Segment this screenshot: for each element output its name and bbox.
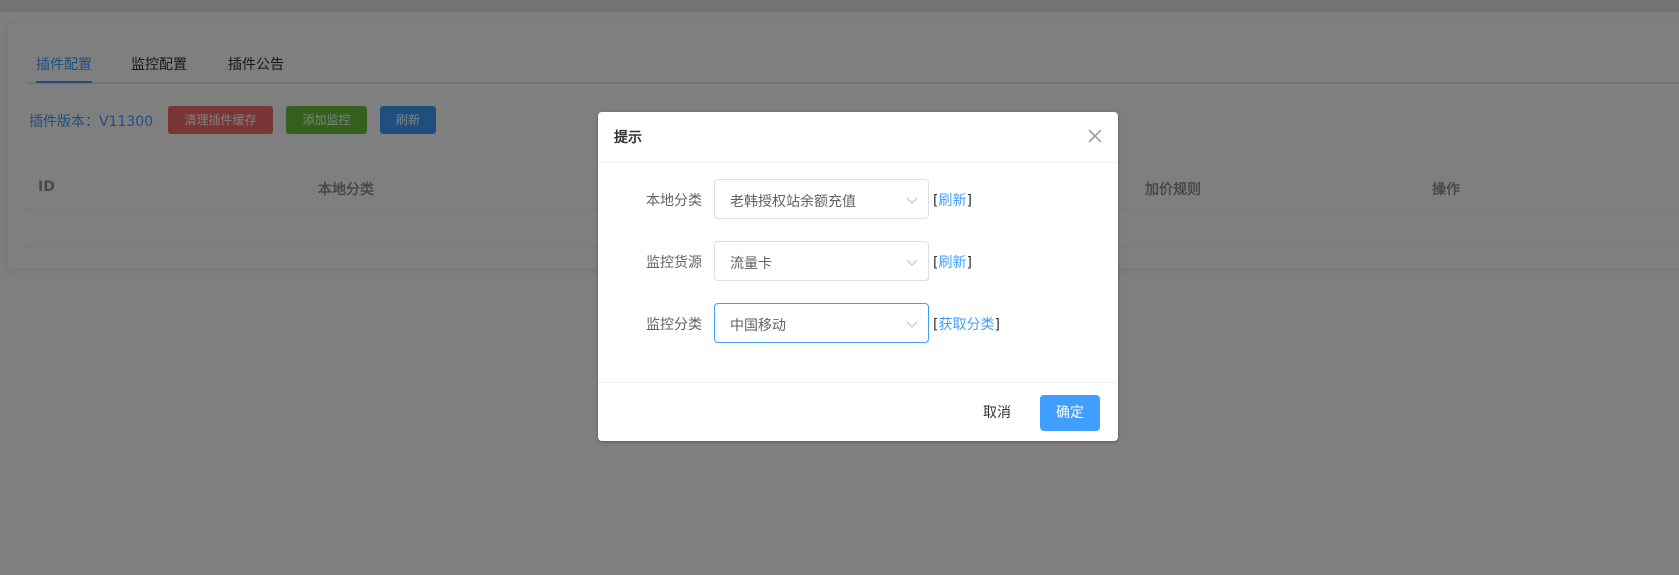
chevron-down-icon bbox=[906, 321, 918, 328]
monitor-category-select[interactable]: 中国移动 bbox=[714, 303, 929, 343]
monitor-category-value: 中国移动 bbox=[730, 318, 786, 334]
close-icon[interactable] bbox=[1087, 128, 1103, 144]
monitor-source-select[interactable]: 流量卡 bbox=[714, 241, 929, 281]
chevron-down-icon bbox=[906, 197, 918, 204]
dialog-footer-divider bbox=[598, 382, 1118, 383]
fetch-category-link[interactable]: 获取分类 bbox=[938, 317, 994, 333]
cancel-button[interactable]: 取消 bbox=[966, 395, 1028, 431]
dialog-header: 提示 bbox=[598, 112, 1118, 163]
local-category-select[interactable]: 老韩授权站余额充值 bbox=[714, 179, 929, 219]
monitor-source-refresh-link[interactable]: 刷新 bbox=[938, 255, 966, 271]
local-category-value: 老韩授权站余额充值 bbox=[730, 194, 856, 210]
monitor-source-refresh: [刷新] bbox=[933, 255, 972, 271]
monitor-source-value: 流量卡 bbox=[730, 256, 772, 272]
chevron-down-icon bbox=[906, 259, 918, 266]
form-row-monitor-source: 监控货源 流量卡 [刷新] bbox=[598, 241, 1118, 281]
local-category-label: 本地分类 bbox=[646, 193, 702, 209]
form-row-local-category: 本地分类 老韩授权站余额充值 [刷新] bbox=[598, 179, 1118, 219]
dialog-title: 提示 bbox=[614, 130, 642, 146]
confirm-button[interactable]: 确定 bbox=[1040, 395, 1100, 431]
monitor-category-label: 监控分类 bbox=[646, 317, 702, 333]
local-category-refresh-link[interactable]: 刷新 bbox=[938, 193, 966, 209]
local-category-refresh: [刷新] bbox=[933, 193, 972, 209]
form-row-monitor-category: 监控分类 中国移动 [获取分类] bbox=[598, 303, 1118, 343]
prompt-dialog: 提示 本地分类 老韩授权站余额充值 [刷新] 监控货源 流量卡 [刷新] 监控分… bbox=[598, 112, 1118, 441]
monitor-category-fetch: [获取分类] bbox=[933, 317, 1000, 333]
monitor-source-label: 监控货源 bbox=[646, 255, 702, 271]
